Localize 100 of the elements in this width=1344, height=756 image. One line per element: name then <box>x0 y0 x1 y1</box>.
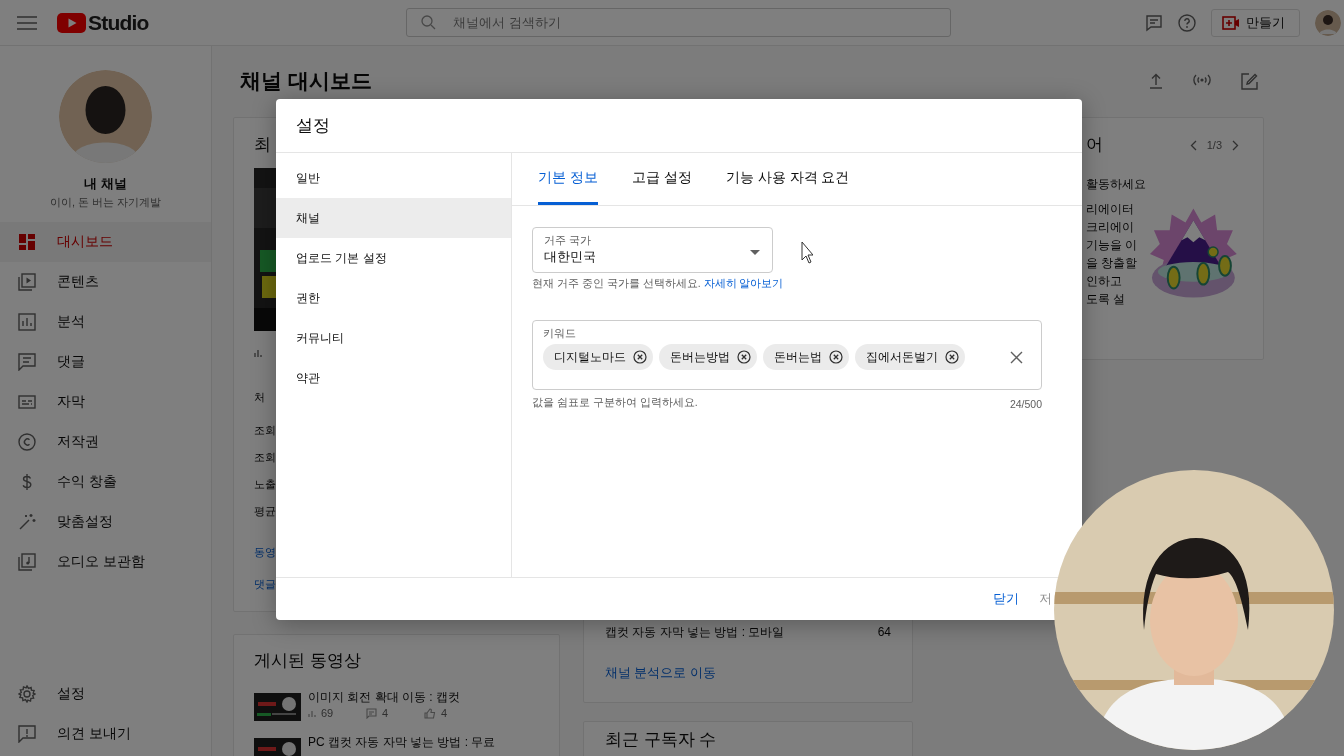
keywords-field[interactable]: 키워드 디지털노마드 돈버는방법 돈버는법 집에서돈벌기 <box>532 320 1042 390</box>
music-note-icon <box>18 553 36 571</box>
settings-icon <box>18 685 36 703</box>
stat-label: 처 <box>254 390 265 405</box>
tab[interactable]: 기능 사용 자격 요건 <box>725 153 850 205</box>
video-camera-plus-icon <box>1222 15 1240 30</box>
card-title: 최 <box>254 134 271 156</box>
copyright-icon <box>18 433 36 451</box>
country-dropdown[interactable]: 거주 국가 대한민국 <box>532 227 773 273</box>
comment-count: 4 <box>382 706 389 721</box>
video-title: 캡컷 자동 자막 넣는 방법 : 모바일 <box>605 624 785 641</box>
edit-icon[interactable] <box>1241 72 1258 90</box>
mouse-pointer-icon <box>801 241 813 267</box>
card-heading: 활동하세요 <box>1086 176 1147 193</box>
settings-nav-item[interactable]: 채널 <box>276 198 511 238</box>
sidebar-item[interactable]: 설정 <box>0 674 211 714</box>
remove-icon[interactable] <box>829 350 843 364</box>
helper-text: 현재 거주 중인 국가를 선택하세요. 자세히 알아보기 <box>532 276 784 290</box>
sidebar-item[interactable]: 수익 창출 <box>0 462 211 502</box>
view-count: 69 <box>321 706 334 721</box>
card-title: 어 <box>1086 134 1104 156</box>
remove-icon[interactable] <box>633 350 647 364</box>
stat-label: 조회 <box>254 450 276 465</box>
thumbs-up-icon <box>424 707 436 719</box>
messages-icon[interactable] <box>1145 13 1163 32</box>
sidebar-item[interactable]: 대시보드 <box>0 222 211 262</box>
sidebar-item[interactable]: 자막 <box>0 382 211 422</box>
view-count: 64 <box>877 624 891 641</box>
sidebar-item[interactable]: 콘텐츠 <box>0 262 211 302</box>
card-title: 최근 구독자 수 <box>605 730 717 749</box>
keyword-chip[interactable]: 집에서돈벌기 <box>855 344 965 370</box>
analytics-link[interactable]: 채널 분석으로 이동 <box>605 663 716 683</box>
channel-name: 이이, 돈 버는 자기계발 <box>49 195 162 210</box>
dialog-title: 설정 <box>296 115 330 137</box>
bar-chart-icon <box>254 349 264 357</box>
page-title: 채널 대시보드 <box>240 68 373 94</box>
keyword-chip[interactable]: 디지털노마드 <box>543 344 653 370</box>
create-button[interactable]: 만들기 <box>1211 8 1300 37</box>
sidebar-item[interactable]: 분석 <box>0 302 211 342</box>
remove-icon[interactable] <box>737 350 751 364</box>
keyword-chip[interactable]: 돈버는방법 <box>659 344 757 370</box>
settings-nav-item[interactable]: 커뮤니티 <box>276 318 511 358</box>
field-value: 대한민국 <box>544 248 597 266</box>
sidebar-item[interactable]: 오디오 보관함 <box>0 542 211 582</box>
comment-icon <box>366 707 377 719</box>
chevron-right-icon[interactable] <box>1232 139 1239 151</box>
field-label: 키워드 <box>543 326 577 340</box>
search-icon <box>421 15 436 30</box>
card-text: 을 창출할 <box>1086 255 1139 272</box>
video-title[interactable]: PC 캡컷 자동 자막 넣는 방법 : 무료 <box>308 734 496 750</box>
learn-more-link[interactable]: 자세히 알아보기 <box>703 277 784 289</box>
magic-wand-icon <box>18 513 36 531</box>
bar-chart-icon <box>18 313 36 331</box>
card-link[interactable]: 동영 <box>254 539 276 566</box>
channel-avatar[interactable] <box>59 70 152 163</box>
sidebar-item[interactable]: 저작권 <box>0 422 211 462</box>
settings-nav-item[interactable]: 일반 <box>276 158 511 198</box>
feedback-icon <box>18 725 36 743</box>
card-link[interactable]: 댓글 <box>254 571 276 598</box>
video-icon <box>18 273 36 291</box>
helper-text: 값을 쉼표로 구분하여 입력하세요. <box>532 395 698 409</box>
play-logo-icon <box>57 12 86 33</box>
sidebar-item[interactable]: 댓글 <box>0 342 211 382</box>
help-icon[interactable] <box>1178 13 1196 32</box>
keyword-chip[interactable]: 돈버는법 <box>763 344 849 370</box>
remove-icon[interactable] <box>945 350 959 364</box>
sidebar-item[interactable]: 맞춤설정 <box>0 502 211 542</box>
close-icon[interactable] <box>1010 350 1023 364</box>
stat-label: 평균 <box>254 504 276 519</box>
menu-icon[interactable] <box>17 15 37 30</box>
like-count: 4 <box>441 706 448 721</box>
card-text: 기능을 이 <box>1086 237 1139 254</box>
card-text: 인하고 <box>1086 273 1123 290</box>
tab[interactable]: 기본 정보 <box>538 153 598 205</box>
card-text: 도록 설 <box>1086 291 1127 308</box>
settings-nav-item[interactable]: 약관 <box>276 358 511 398</box>
dashboard-icon <box>18 233 36 251</box>
subtitles-icon <box>18 393 36 411</box>
tab[interactable]: 고급 설정 <box>631 153 692 205</box>
stat-label: 조회 <box>254 423 276 438</box>
channel-title: 내 채널 <box>84 175 127 193</box>
field-label: 거주 국가 <box>544 233 592 247</box>
video-title[interactable]: 이미지 회전 확대 이동 : 캡컷 <box>308 689 482 705</box>
page-indicator: 1/3 <box>1206 138 1222 153</box>
settings-nav-item[interactable]: 업로드 기본 설정 <box>276 238 511 278</box>
stat-label: 노출 <box>254 477 276 492</box>
settings-nav-item[interactable]: 권한 <box>276 278 511 318</box>
card-text: 크리에이 <box>1086 219 1135 236</box>
logo-text: Studio <box>88 10 149 35</box>
search-field[interactable]: 채널에서 검색하기 <box>406 8 951 37</box>
card-title: 게시된 동영상 <box>254 651 361 670</box>
upload-icon[interactable] <box>1149 72 1163 90</box>
character-counter: 24/500 <box>1009 397 1042 411</box>
dropdown-caret-icon <box>750 250 760 255</box>
avatar[interactable] <box>1315 9 1341 36</box>
card-text: 리에이터 <box>1086 201 1135 218</box>
chevron-left-icon[interactable] <box>1189 139 1197 151</box>
sidebar-item[interactable]: 의견 보내기 <box>0 714 211 754</box>
comment-icon <box>18 353 36 371</box>
dialog-button[interactable]: 닫기 <box>985 586 1027 612</box>
